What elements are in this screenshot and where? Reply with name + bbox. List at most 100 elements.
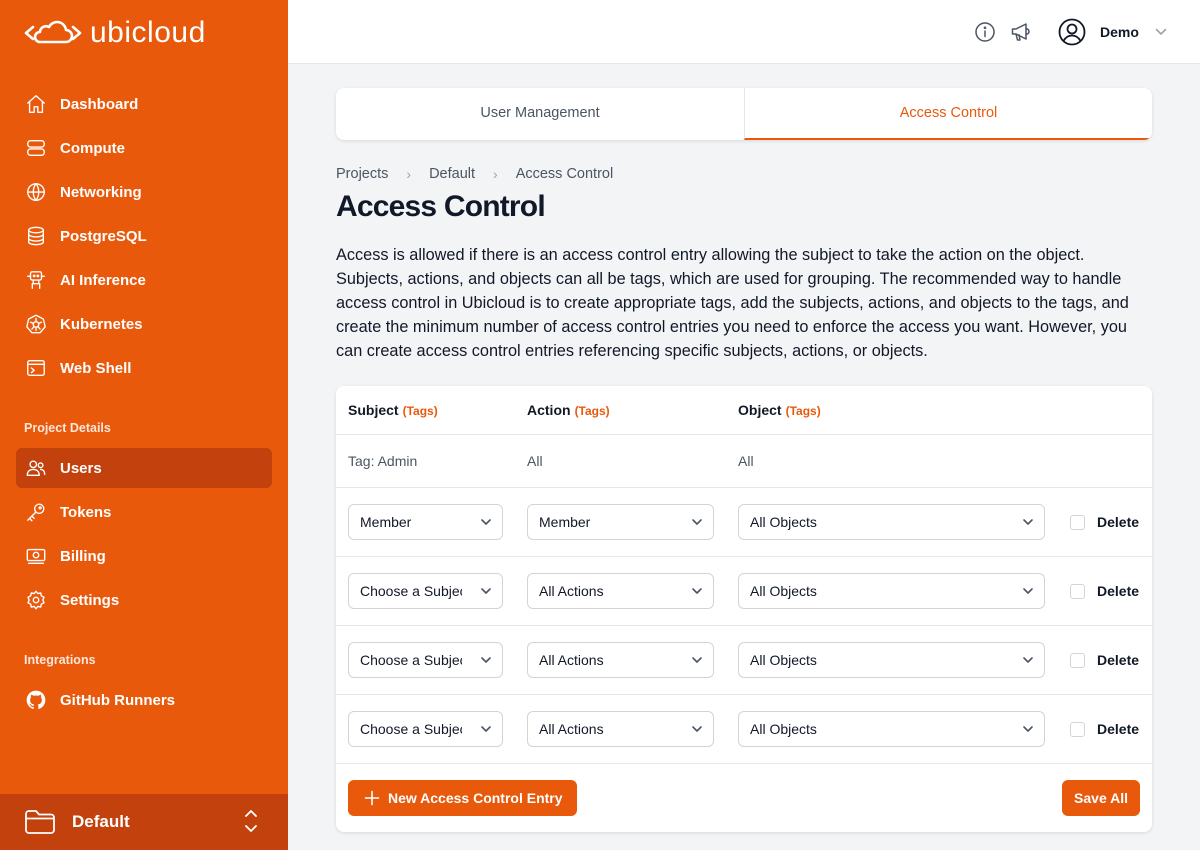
- chevron-down-icon: [1023, 588, 1033, 594]
- sidebar-item-label: PostgreSQL: [60, 227, 147, 245]
- action-select[interactable]: All Actions: [527, 573, 714, 609]
- page-title: Access Control: [336, 190, 546, 223]
- sidebar-item-settings[interactable]: Settings: [16, 580, 272, 620]
- chevron-down-icon: [481, 726, 491, 732]
- chevron-down-icon: [481, 657, 491, 663]
- action-select[interactable]: All Actions: [527, 642, 714, 678]
- chevron-right-icon: ›: [493, 166, 498, 182]
- sidebar-item-kubernetes[interactable]: Kubernetes: [16, 304, 272, 344]
- kubernetes-icon: [24, 312, 48, 336]
- logo-text: ubicloud: [90, 16, 206, 49]
- fixed-action: All: [527, 453, 543, 469]
- ubicloud-logo[interactable]: ubicloud: [24, 16, 206, 50]
- table-row: Choose a Subject All Actions All Objects…: [336, 557, 1152, 626]
- chevron-right-icon: ›: [406, 166, 412, 182]
- project-switcher[interactable]: Default: [0, 794, 288, 850]
- delete-checkbox[interactable]: [1070, 722, 1085, 737]
- folder-icon: [25, 810, 55, 834]
- action-column-header: Action (Tags): [527, 402, 610, 418]
- project-details-heading: Project Details: [24, 421, 111, 435]
- chevron-down-icon: [692, 519, 702, 525]
- table-row: Choose a Subject All Actions All Objects…: [336, 695, 1152, 764]
- tab-access-control[interactable]: Access Control: [744, 88, 1152, 140]
- subject-column-header: Subject (Tags): [348, 402, 438, 418]
- chevron-down-icon: [692, 726, 702, 732]
- delete-label[interactable]: Delete: [1097, 721, 1139, 737]
- object-select[interactable]: All Objects: [738, 711, 1045, 747]
- delete-label[interactable]: Delete: [1097, 652, 1139, 668]
- breadcrumb-projects[interactable]: Projects: [336, 166, 388, 182]
- sidebar-item-compute[interactable]: Compute: [16, 128, 272, 168]
- sidebar-item-tokens[interactable]: Tokens: [16, 492, 272, 532]
- subject-header-label: Subject: [348, 402, 399, 418]
- table-header: Subject (Tags) Action (Tags) Object (Tags): [336, 386, 1152, 435]
- cloud-logo-icon: [24, 20, 82, 44]
- breadcrumb-default[interactable]: Default: [429, 166, 475, 182]
- sidebar-item-github-runners[interactable]: GitHub Runners: [16, 680, 272, 720]
- subject-select-value: Choose a Subject: [360, 652, 462, 668]
- delete-label[interactable]: Delete: [1097, 583, 1139, 599]
- delete-checkbox[interactable]: [1070, 653, 1085, 668]
- new-entry-label: New Access Control Entry: [388, 790, 563, 806]
- subject-select-value: Choose a Subject: [360, 721, 462, 737]
- save-all-button[interactable]: Save All: [1062, 780, 1140, 816]
- tab-user-management[interactable]: User Management: [336, 88, 744, 140]
- chevron-down-icon: [692, 657, 702, 663]
- breadcrumb-access-control[interactable]: Access Control: [516, 166, 614, 182]
- user-menu[interactable]: Demo: [1058, 16, 1167, 48]
- delete-checkbox[interactable]: [1070, 515, 1085, 530]
- sidebar-item-web-shell[interactable]: Web Shell: [16, 348, 272, 388]
- megaphone-icon[interactable]: [1009, 20, 1033, 44]
- home-icon: [24, 92, 48, 116]
- object-select[interactable]: All Objects: [738, 573, 1045, 609]
- delete-label[interactable]: Delete: [1097, 514, 1139, 530]
- action-select-value: All Actions: [539, 652, 604, 668]
- object-select[interactable]: All Objects: [738, 504, 1045, 540]
- globe-icon: [24, 180, 48, 204]
- chevron-down-icon: [481, 588, 491, 594]
- table-row-fixed: Tag: Admin All All: [336, 435, 1152, 488]
- subject-select[interactable]: Choose a Subject: [348, 642, 503, 678]
- chevron-down-icon: [692, 588, 702, 594]
- sidebar-item-label: Settings: [60, 591, 120, 609]
- subject-select[interactable]: Choose a Subject: [348, 711, 503, 747]
- object-tags-link[interactable]: (Tags): [786, 404, 821, 418]
- info-icon[interactable]: [973, 20, 997, 44]
- sidebar-item-label: Tokens: [60, 503, 112, 521]
- action-select[interactable]: Member: [527, 504, 714, 540]
- users-icon: [24, 456, 48, 480]
- integrations-heading: Integrations: [24, 653, 96, 667]
- sidebar-item-label: AI Inference: [60, 271, 146, 289]
- github-icon: [24, 688, 48, 712]
- subject-select-value: Choose a Subject: [360, 583, 462, 599]
- sidebar-item-label: Compute: [60, 139, 125, 157]
- chevron-up-down-icon: [245, 810, 257, 832]
- chevron-down-icon: [1155, 28, 1167, 35]
- subject-select[interactable]: Member: [348, 504, 503, 540]
- object-select-value: All Objects: [750, 721, 817, 737]
- object-header-label: Object: [738, 402, 782, 418]
- sidebar-item-ai-inference[interactable]: AI Inference: [16, 260, 272, 300]
- new-access-control-entry-button[interactable]: New Access Control Entry: [348, 780, 577, 816]
- subject-tags-link[interactable]: (Tags): [403, 404, 438, 418]
- sidebar-item-postgresql[interactable]: PostgreSQL: [16, 216, 272, 256]
- action-select-value: Member: [539, 514, 591, 530]
- subject-select[interactable]: Choose a Subject: [348, 573, 503, 609]
- sidebar-item-label: Networking: [60, 183, 142, 201]
- action-select-value: All Actions: [539, 721, 604, 737]
- gear-icon: [24, 588, 48, 612]
- action-header-label: Action: [527, 402, 571, 418]
- plus-icon: [364, 790, 380, 806]
- delete-checkbox[interactable]: [1070, 584, 1085, 599]
- action-select-value: All Actions: [539, 583, 604, 599]
- sidebar-item-networking[interactable]: Networking: [16, 172, 272, 212]
- sidebar-item-users[interactable]: Users: [16, 448, 272, 488]
- project-switcher-label: Default: [72, 812, 130, 831]
- action-tags-link[interactable]: (Tags): [575, 404, 610, 418]
- sidebar-item-label: Users: [60, 459, 102, 477]
- sidebar-item-billing[interactable]: Billing: [16, 536, 272, 576]
- object-select[interactable]: All Objects: [738, 642, 1045, 678]
- robot-icon: [24, 268, 48, 292]
- action-select[interactable]: All Actions: [527, 711, 714, 747]
- sidebar-item-dashboard[interactable]: Dashboard: [16, 84, 272, 124]
